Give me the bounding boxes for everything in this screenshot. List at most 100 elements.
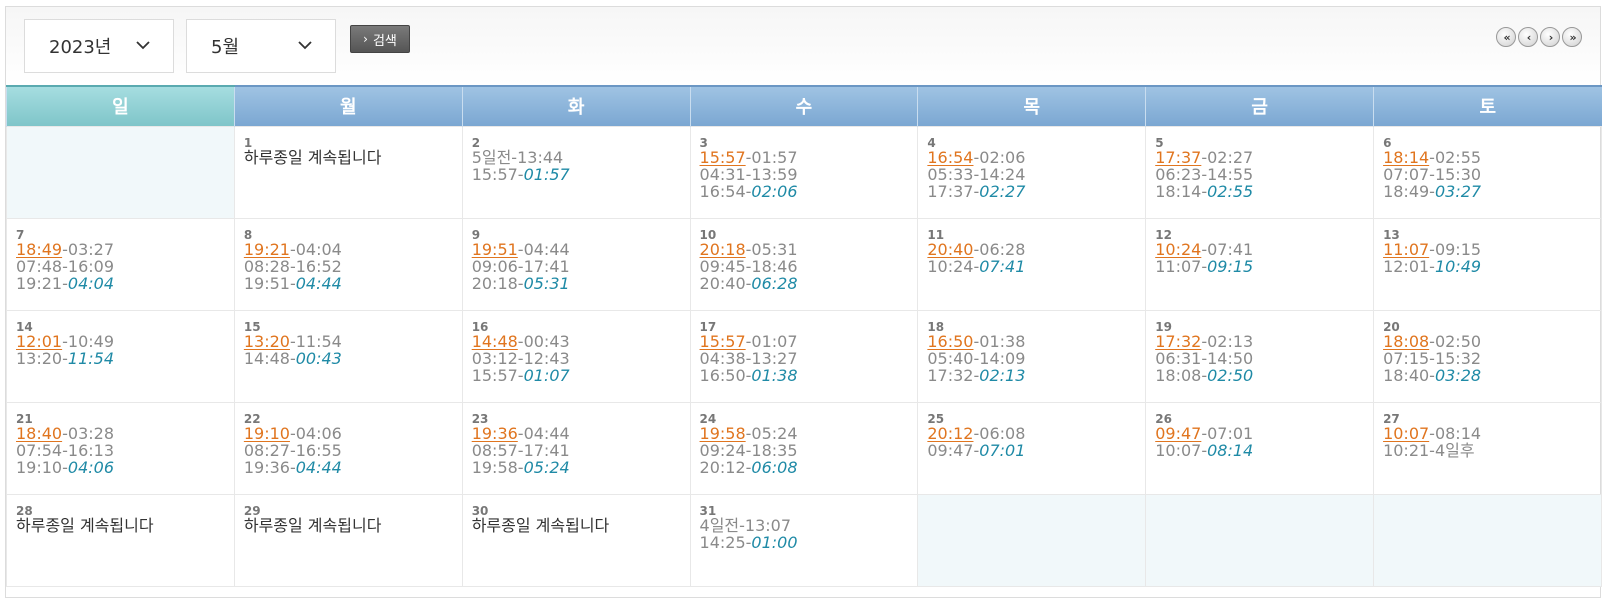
- time-line: 4일전-13:07: [699, 515, 792, 535]
- day-cell[interactable]: 23 19:36-04:44 08:57-17:41 19:58-05:24: [461, 401, 691, 495]
- italic-time: 09:15: [1207, 256, 1254, 276]
- day-cell[interactable]: 29 하루종일 계속됩니다: [233, 493, 463, 587]
- time-line: 16:50-01:38: [927, 333, 1145, 350]
- chevron-down-icon: [298, 41, 312, 50]
- italic-time: 02:13: [979, 365, 1026, 385]
- time-line: 11:07-09:15: [1383, 241, 1601, 258]
- italic-time: 04:06: [67, 457, 114, 477]
- time-line: 09:24-18:35: [699, 440, 798, 460]
- time-range-start: 09:47-: [927, 440, 980, 460]
- time-line: 08:57-17:41: [471, 440, 570, 460]
- day-cell[interactable]: 25 20:12-06:08 09:47-07:01: [917, 401, 1147, 495]
- day-cell[interactable]: 15 13:20-11:54 14:48-00:43: [233, 309, 463, 403]
- pager: « ‹ › »: [1496, 27, 1582, 47]
- year-select[interactable]: 2023년: [24, 19, 174, 73]
- time-line: 19:51-04:44: [244, 275, 462, 292]
- time-line: 19:36-04:44: [472, 425, 690, 442]
- day-cell[interactable]: 27 10:07-08:14 10:21-4일후: [1373, 401, 1602, 495]
- italic-time: 01:07: [523, 365, 570, 385]
- italic-time: 06:28: [751, 273, 798, 293]
- time-range-end: -02:13: [1201, 331, 1254, 351]
- time-line: 18:40-03:28: [16, 425, 234, 442]
- time-line: 09:06-17:41: [471, 256, 570, 276]
- first-page-button[interactable]: «: [1496, 27, 1516, 47]
- time-line: 15:57-01:57: [700, 149, 918, 166]
- time-range-start: 14:48-: [243, 348, 296, 368]
- time-line: 20:18-05:31: [472, 275, 690, 292]
- day-cell[interactable]: 6 18:14-02:55 07:07-15:30 18:49-03:27: [1373, 125, 1602, 219]
- calendar-week: 21 18:40-03:28 07:54-16:13 19:10-04:06 22 19:…: [6, 401, 1602, 495]
- time-line: 12:01-10:49: [1383, 258, 1601, 275]
- italic-time: 08:14: [1207, 440, 1254, 460]
- time-line: 20:40-06:28: [700, 275, 918, 292]
- day-cell[interactable]: 13 11:07-09:15 12:01-10:49: [1373, 217, 1602, 311]
- day-cell[interactable]: 21 18:40-03:28 07:54-16:13 19:10-04:06: [6, 401, 235, 495]
- time-range-start: 19:36-: [243, 457, 296, 477]
- day-cell[interactable]: 24 19:58-05:24 09:24-18:35 20:12-06:08: [689, 401, 919, 495]
- day-cell[interactable]: 16 14:48-00:43 03:12-12:43 15:57-01:07: [461, 309, 691, 403]
- day-cell[interactable]: 22 19:10-04:06 08:27-16:55 19:36-04:44: [233, 401, 463, 495]
- italic-time: 02:06: [751, 181, 798, 201]
- day-cell[interactable]: 14 12:01-10:49 13:20-11:54: [6, 309, 235, 403]
- italic-time: 02:55: [1207, 181, 1254, 201]
- time-range-end: -04:04: [289, 239, 342, 259]
- day-cell[interactable]: 7 18:49-03:27 07:48-16:09 19:21-04:04: [6, 217, 235, 311]
- day-cell[interactable]: 1 하루종일 계속됩니다: [233, 125, 463, 219]
- day-cell[interactable]: 3 15:57-01:57 04:31-13:59 16:54-02:06: [689, 125, 919, 219]
- day-cell[interactable]: 9 19:51-04:44 09:06-17:41 20:18-05:31: [461, 217, 691, 311]
- time-line: 18:49-03:27: [16, 241, 234, 258]
- time-line: 19:10-04:06: [16, 459, 234, 476]
- time-line: 07:54-16:13: [16, 440, 114, 460]
- day-cell[interactable]: 4 16:54-02:06 05:33-14:24 17:37-02:27: [917, 125, 1147, 219]
- empty-day-cell: [1373, 493, 1602, 587]
- time-line: 20:18-05:31: [700, 241, 918, 258]
- day-cell[interactable]: 26 09:47-07:01 10:07-08:14: [1145, 401, 1375, 495]
- day-cell[interactable]: 31 4일전-13:07 14:25-01:00: [689, 493, 919, 587]
- highlight-time: 19:58: [699, 423, 746, 443]
- time-line: 19:21-04:04: [244, 241, 462, 258]
- chevron-down-icon: [136, 41, 150, 50]
- time-range-start: 12:01-: [1383, 256, 1435, 276]
- time-range-end: -05:31: [745, 239, 798, 259]
- day-cell[interactable]: 2 5일전-13:44 15:57-01:57: [461, 125, 691, 219]
- day-cell[interactable]: 11 20:40-06:28 10:24-07:41: [917, 217, 1147, 311]
- time-range-start: 19:10-: [16, 457, 68, 477]
- italic-time: 01:00: [751, 532, 798, 552]
- day-cell[interactable]: 18 16:50-01:38 05:40-14:09 17:32-02:13: [917, 309, 1147, 403]
- day-cell[interactable]: 19 17:32-02:13 06:31-14:50 18:08-02:50: [1145, 309, 1375, 403]
- search-button[interactable]: › 검색: [350, 25, 410, 53]
- last-page-button[interactable]: »: [1562, 27, 1582, 47]
- italic-time: 01:57: [523, 164, 570, 184]
- highlight-time: 18:08: [1383, 331, 1430, 351]
- next-page-button[interactable]: ›: [1540, 27, 1560, 47]
- time-line: 04:31-13:59: [699, 164, 798, 184]
- day-cell[interactable]: 17 15:57-01:07 04:38-13:27 16:50-01:38: [689, 309, 919, 403]
- weekday-thu: 목: [917, 85, 1146, 126]
- calendar-week: 14 12:01-10:49 13:20-11:54 15 13:20-11:54 14:…: [6, 309, 1602, 403]
- highlight-time: 19:36: [471, 423, 518, 443]
- day-cell[interactable]: 20 18:08-02:50 07:15-15:32 18:40-03:28: [1373, 309, 1602, 403]
- day-cell[interactable]: 28 하루종일 계속됩니다: [6, 493, 235, 587]
- time-line: 20:12-06:08: [927, 425, 1145, 442]
- weekday-mon: 월: [233, 85, 463, 126]
- day-cell[interactable]: 10 20:18-05:31 09:45-18:46 20:40-06:28: [689, 217, 919, 311]
- time-range-start: 13:20-: [16, 348, 68, 368]
- time-range-start: 18:08-: [1155, 365, 1208, 385]
- highlight-time: 16:50: [927, 331, 974, 351]
- time-line: 06:31-14:50: [1155, 348, 1254, 368]
- prev-page-button[interactable]: ‹: [1518, 27, 1538, 47]
- day-cell[interactable]: 8 19:21-04:04 08:28-16:52 19:51-04:44: [233, 217, 463, 311]
- italic-time: 03:28: [1434, 365, 1482, 385]
- time-line: 10:21-4일후: [1383, 440, 1475, 460]
- calendar-grid: 일 월 화 수 목 금 토 1 하루종일 계속됩니다 2 5일전-13:44 15:57…: [6, 85, 1602, 587]
- day-cell[interactable]: 30 하루종일 계속됩니다: [461, 493, 691, 587]
- empty-day-cell: [917, 493, 1147, 587]
- time-line: 18:14-02:55: [1155, 183, 1373, 200]
- day-cell[interactable]: 12 10:24-07:41 11:07-09:15: [1145, 217, 1375, 311]
- time-range-end: -03:28: [62, 423, 114, 443]
- day-cell[interactable]: 5 17:37-02:27 06:23-14:55 18:14-02:55: [1145, 125, 1375, 219]
- month-select[interactable]: 5월: [186, 19, 336, 73]
- weekday-sat: 토: [1373, 85, 1602, 126]
- time-line: 09:47-07:01: [927, 442, 1145, 459]
- time-range-start: 20:12-: [699, 457, 752, 477]
